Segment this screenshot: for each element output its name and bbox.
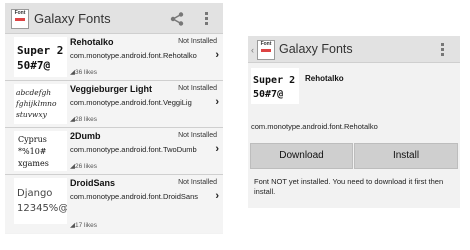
likes-count: ◢28 likes xyxy=(70,116,98,123)
back-caret-icon[interactable]: ‹ xyxy=(251,46,254,55)
download-button[interactable]: Download xyxy=(250,143,353,169)
font-preview-image: abcdefgh fghijklmno stuvwxy xyxy=(14,84,67,124)
chevron-right-icon[interactable]: › xyxy=(215,49,219,61)
font-preview-image: Super 2 50#7@ xyxy=(251,68,299,104)
font-name: DroidSans xyxy=(70,178,116,188)
app-icon[interactable]: Font xyxy=(11,9,29,29)
font-preview-image: Django 12345%@ xyxy=(14,178,67,224)
font-package: com.monotype.android.font.Rehotalko xyxy=(70,51,197,60)
install-status: Not Installed xyxy=(178,38,217,45)
install-status: Not Installed xyxy=(178,179,217,186)
font-name: Veggieburger Light xyxy=(70,84,153,94)
font-preview-image: Super 2 50#7@ xyxy=(14,37,67,77)
app-icon[interactable]: Font xyxy=(257,40,275,60)
font-name: 2Dumb xyxy=(70,131,101,141)
font-package: com.monotype.android.font.VeggiLig xyxy=(70,98,192,107)
preview-text-line: fghijklmno xyxy=(15,99,57,108)
chevron-right-icon[interactable]: › xyxy=(215,96,219,108)
preview-text-line: abcdefgh xyxy=(16,88,51,97)
preview-text-line: 12345%@ xyxy=(17,203,67,214)
font-list-item[interactable]: abcdefgh fghijklmno stuvwxy Veggieburger… xyxy=(5,81,223,128)
overflow-menu-icon[interactable] xyxy=(441,43,444,58)
font-name: Rehotalko xyxy=(70,37,114,47)
app-icon-label: Font xyxy=(14,10,26,16)
install-status: Not Installed xyxy=(178,132,217,139)
likes-count: ◢36 likes xyxy=(70,69,98,76)
font-list-item[interactable]: Super 2 50#7@ Rehotalko Not Installed co… xyxy=(5,34,223,81)
status-message: Font NOT yet installed. You need to down… xyxy=(254,177,444,196)
preview-text-line: 50#7@ xyxy=(253,89,283,100)
preview-text-line: Super 2 xyxy=(17,44,63,57)
app-title: Galaxy Fonts xyxy=(34,11,111,26)
action-bar: ‹ Font Galaxy Fonts xyxy=(248,36,460,63)
font-preview-image: Cyprus *%10# xgames xyxy=(14,131,67,171)
font-detail-screen: ‹ Font Galaxy Fonts Super 2 50#7@ Rehota… xyxy=(248,36,460,208)
font-package: com.monotype.android.font.TwoDumb xyxy=(70,145,197,154)
likes-count: ◢26 likes xyxy=(70,163,98,170)
action-bar: Font Galaxy Fonts xyxy=(5,3,223,34)
preview-text-line: Cyprus xyxy=(18,135,47,144)
font-list-screen: Font Galaxy Fonts Super 2 50#7@ Rehotalk… xyxy=(5,3,223,234)
font-list-item[interactable]: Django 12345%@ DroidSans Not Installed c… xyxy=(5,175,223,233)
font-list-item[interactable]: Cyprus *%10# xgames 2Dumb Not Installed … xyxy=(5,128,223,175)
font-name: Rehotalko xyxy=(305,74,344,83)
preview-text-line: Django xyxy=(17,188,52,199)
likes-count: ◢17 likes xyxy=(70,222,98,229)
font-package: com.monotype.android.font.Rehotalko xyxy=(251,122,378,131)
install-status: Not Installed xyxy=(178,85,217,92)
install-button[interactable]: Install xyxy=(354,143,458,169)
chevron-right-icon[interactable]: › xyxy=(215,190,219,202)
font-package: com.monotype.android.font.DroidSans xyxy=(70,192,198,201)
preview-text-line: Super 2 xyxy=(253,75,295,86)
share-icon[interactable] xyxy=(170,12,184,26)
preview-text-line: stuvwxy xyxy=(16,110,48,119)
chevron-right-icon[interactable]: › xyxy=(215,143,219,155)
preview-text-line: 50#7@ xyxy=(17,59,50,72)
app-icon-label: Font xyxy=(260,41,272,47)
overflow-menu-icon[interactable] xyxy=(205,12,208,27)
preview-text-line: *%10# xyxy=(18,147,47,156)
preview-text-line: xgames xyxy=(18,159,49,168)
app-title: Galaxy Fonts xyxy=(279,42,353,56)
